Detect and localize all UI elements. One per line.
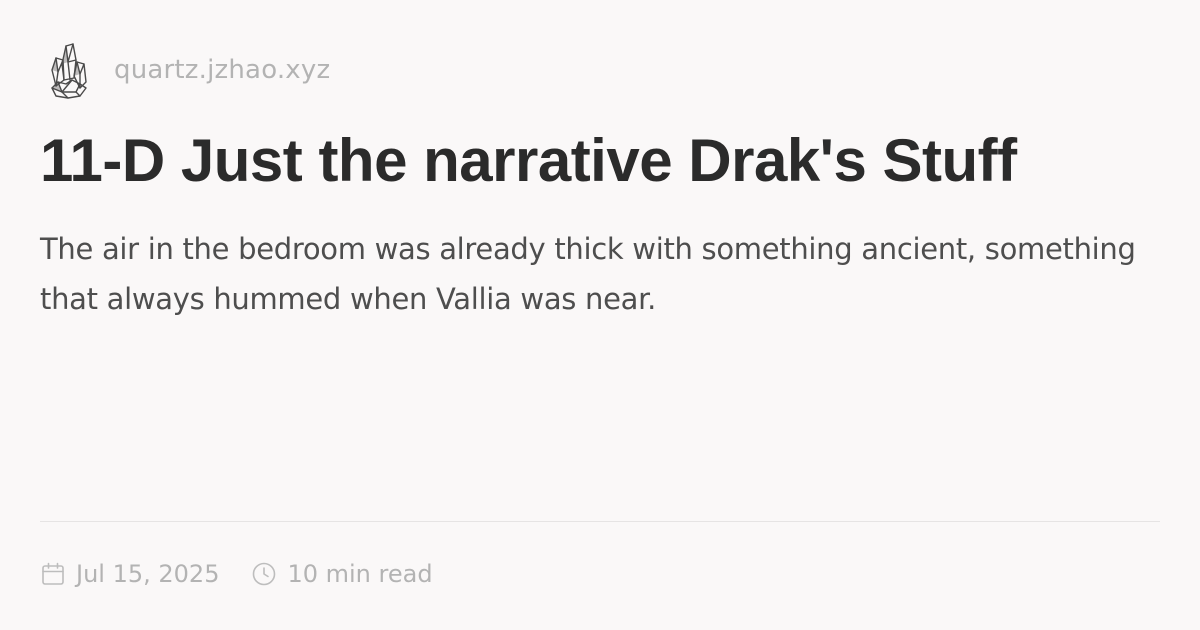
crystal-logo-icon bbox=[51, 43, 87, 99]
publish-date-text: Jul 15, 2025 bbox=[76, 560, 220, 588]
calendar-icon bbox=[42, 562, 64, 585]
social-card: quartz.jzhao.xyz 11-D Just the narrative… bbox=[0, 0, 1200, 630]
publish-date: Jul 15, 2025 bbox=[40, 560, 219, 588]
site-header: quartz.jzhao.xyz bbox=[46, 40, 330, 100]
reading-time-text: 10 min read bbox=[287, 560, 433, 588]
site-url[interactable]: quartz.jzhao.xyz bbox=[114, 55, 330, 85]
reading-time: 10 min read bbox=[251, 560, 433, 588]
page-title: 11-D Just the narrative Drak's Stuff bbox=[40, 127, 1017, 194]
page-description: The air in the bedroom was already thick… bbox=[40, 232, 1136, 316]
divider bbox=[40, 521, 1160, 522]
clock-icon bbox=[253, 562, 276, 586]
article-meta: Jul 15, 2025 10 min read bbox=[40, 555, 433, 593]
